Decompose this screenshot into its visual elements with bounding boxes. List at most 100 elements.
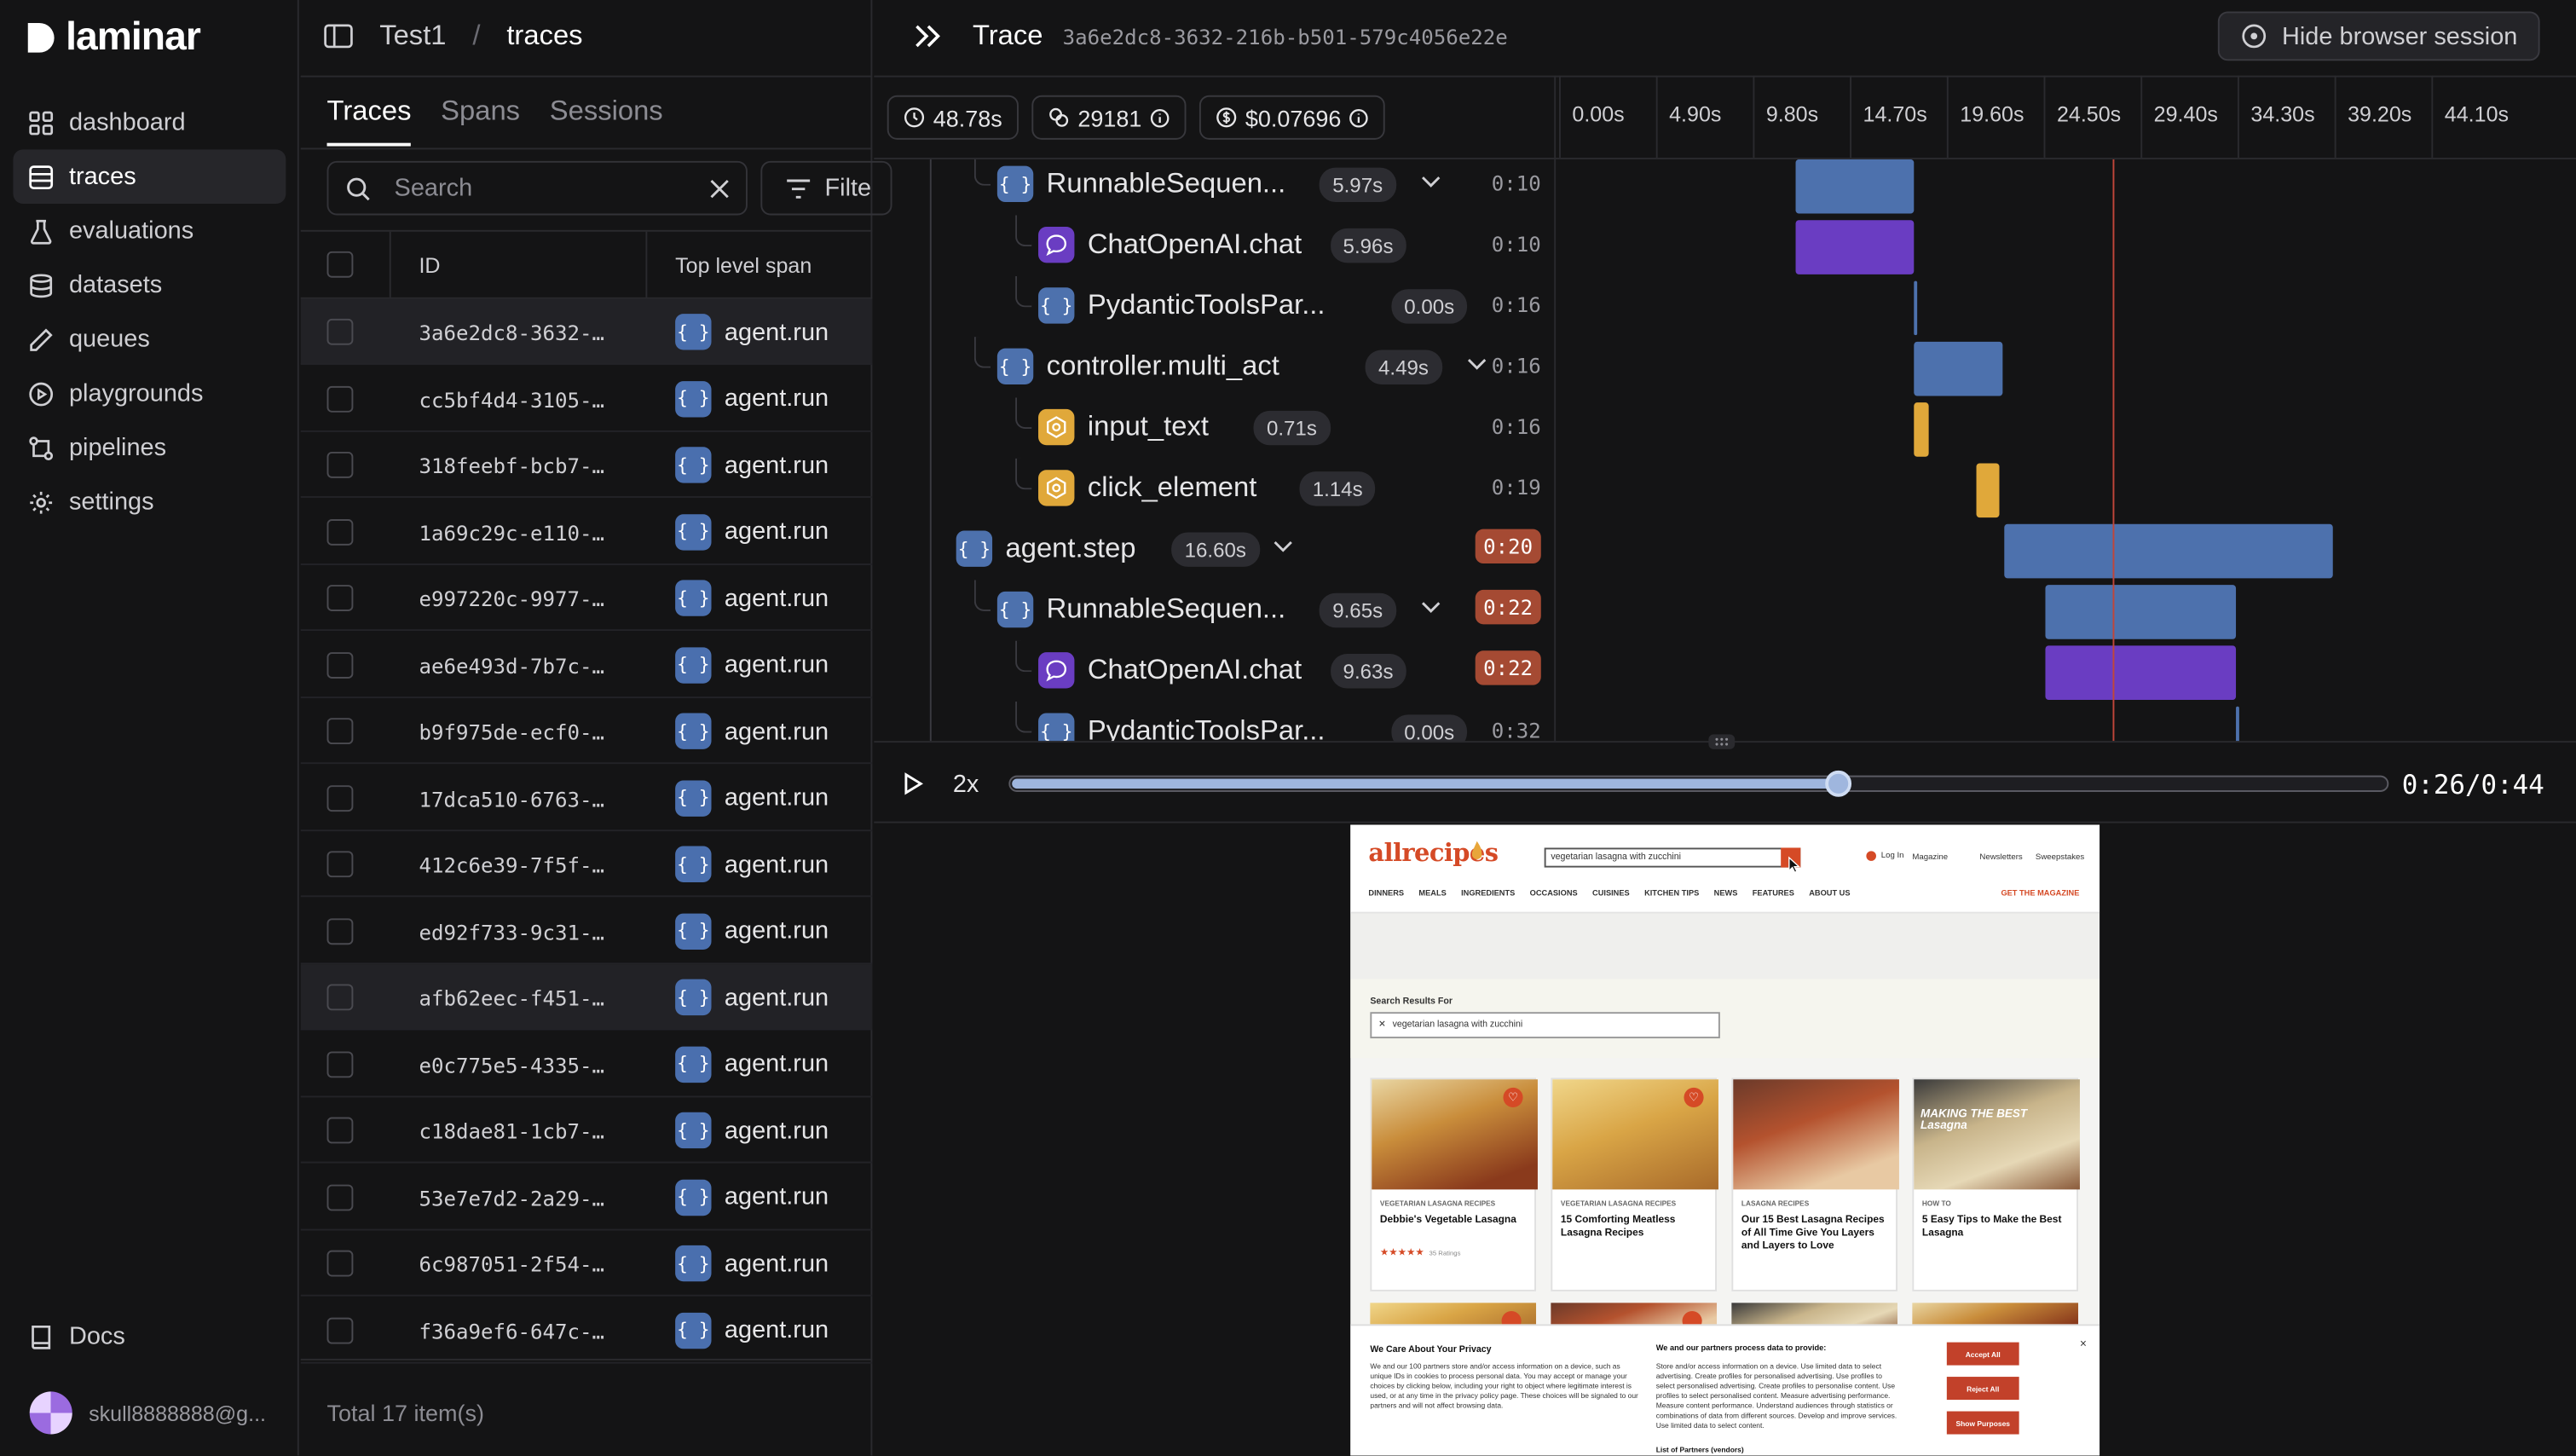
span-row[interactable]: { } controller.multi_act 4.49s 0:16 bbox=[874, 337, 1554, 397]
clear-search-icon[interactable]: ✕ bbox=[1378, 1020, 1386, 1037]
filter-button[interactable]: Filte bbox=[760, 160, 892, 216]
table-row[interactable]: 412c6e39-7f5f-… { } agent.run bbox=[300, 831, 873, 898]
recipe-card[interactable]: ♡ VEGETARIAN LASAGNA RECIPES 15 Comforting… bbox=[1551, 1078, 1718, 1291]
column-header-top-span[interactable]: Top level span bbox=[675, 253, 811, 278]
chevron-down-icon[interactable] bbox=[1421, 601, 1441, 614]
app-logo[interactable]: laminar bbox=[26, 13, 201, 62]
sidebar-item-dashboard[interactable]: dashboard bbox=[13, 95, 286, 150]
sidebar-item-datasets[interactable]: datasets bbox=[13, 258, 286, 313]
table-row[interactable]: c18dae81-1cb7-… { } agent.run bbox=[300, 1097, 873, 1164]
sidebar-item-evaluations[interactable]: evaluations bbox=[13, 204, 286, 258]
hide-browser-session-button[interactable]: Hide browser session bbox=[2217, 11, 2541, 61]
breadcrumb-project[interactable]: Test1 bbox=[379, 20, 446, 53]
span-row[interactable]: click_element 1.14s 0:19 bbox=[874, 458, 1554, 519]
span-row[interactable]: { } agent.step 16.60s 0:20 bbox=[874, 519, 1554, 580]
playback-slider[interactable] bbox=[1008, 770, 2389, 797]
row-checkbox[interactable] bbox=[326, 1050, 354, 1078]
site-search-input[interactable]: vegetarian lasagna with zucchini bbox=[1544, 847, 1801, 868]
site-nav-item[interactable]: NEWS bbox=[1714, 891, 1738, 899]
privacy-close-icon[interactable]: × bbox=[2080, 1339, 2087, 1350]
table-row[interactable]: ae6e493d-7b7c-… { } agent.run bbox=[300, 632, 873, 698]
table-row[interactable]: 17dca510-6763-… { } agent.run bbox=[300, 765, 873, 831]
site-login[interactable]: Log In bbox=[1866, 851, 1904, 861]
table-row[interactable]: f36a9ef6-647c-… { } agent.run bbox=[300, 1297, 873, 1363]
row-checkbox[interactable] bbox=[326, 585, 354, 611]
row-checkbox[interactable] bbox=[326, 917, 354, 945]
row-checkbox[interactable] bbox=[326, 984, 354, 1011]
span-bar[interactable] bbox=[1914, 280, 1917, 336]
table-row[interactable]: e0c775e5-4335-… { } agent.run bbox=[300, 1031, 873, 1097]
table-row[interactable]: ed92f733-9c31-… { } agent.run bbox=[300, 898, 873, 964]
tokens-pill[interactable]: 29181 bbox=[1031, 95, 1187, 140]
select-all-checkbox[interactable] bbox=[326, 251, 354, 278]
table-row[interactable]: 6c987051-2f54-… { } agent.run bbox=[300, 1231, 873, 1297]
site-nav-item[interactable]: MEALS bbox=[1418, 891, 1446, 899]
save-heart-icon[interactable]: ♡ bbox=[1684, 1087, 1704, 1107]
chevron-down-icon[interactable] bbox=[1274, 540, 1293, 553]
row-checkbox[interactable] bbox=[326, 1183, 354, 1210]
span-bar[interactable] bbox=[1976, 463, 2000, 518]
table-row[interactable]: 1a69c29c-e110-… { } agent.run bbox=[300, 499, 873, 565]
row-checkbox[interactable] bbox=[326, 1250, 354, 1277]
sidebar-item-playgrounds[interactable]: playgrounds bbox=[13, 367, 286, 421]
play-icon[interactable] bbox=[904, 772, 924, 795]
span-row[interactable]: { } RunnableSequen... 5.97s 0:10 bbox=[874, 159, 1554, 216]
site-magazine-menu[interactable]: Magazine bbox=[1912, 852, 1948, 863]
site-nav-item[interactable]: INGREDIENTS bbox=[1461, 891, 1515, 899]
site-nav-item[interactable]: CUISINES bbox=[1592, 891, 1630, 899]
span-row[interactable]: ChatOpenAI.chat 9.63s 0:22 bbox=[874, 640, 1554, 702]
row-checkbox[interactable] bbox=[326, 1316, 354, 1343]
chevron-down-icon[interactable] bbox=[1467, 358, 1487, 371]
tab-traces[interactable]: Traces bbox=[326, 95, 412, 147]
table-row[interactable]: afb62eec-f451-… { } agent.run bbox=[300, 964, 873, 1031]
save-heart-icon[interactable]: ♡ bbox=[1503, 1087, 1523, 1107]
sidebar-item-pipelines[interactable]: pipelines bbox=[13, 420, 286, 475]
recipe-card[interactable]: ♡ VEGETARIAN LASAGNA RECIPES Debbie's Vege… bbox=[1370, 1078, 1538, 1291]
tab-spans[interactable]: Spans bbox=[441, 95, 520, 147]
row-checkbox[interactable] bbox=[326, 518, 354, 545]
table-row[interactable]: cc5bf4d4-3105-… { } agent.run bbox=[300, 366, 873, 431]
collapse-panel-icon[interactable] bbox=[914, 23, 944, 49]
site-nav-item[interactable]: ABOUT US bbox=[1809, 891, 1850, 899]
sidebar-item-traces[interactable]: traces bbox=[13, 149, 286, 204]
site-sweepstakes-link[interactable]: Sweepstakes bbox=[2036, 852, 2084, 863]
span-bar[interactable] bbox=[1914, 341, 2003, 396]
span-row[interactable]: ChatOpenAI.chat 5.96s 0:10 bbox=[874, 215, 1554, 275]
span-bar[interactable] bbox=[2044, 585, 2236, 639]
span-bar[interactable] bbox=[1914, 402, 1929, 457]
site-nav-item[interactable]: DINNERS bbox=[1368, 891, 1404, 899]
span-bar[interactable] bbox=[1795, 159, 1915, 214]
site-newsletters-link[interactable]: Newsletters bbox=[1979, 852, 2022, 863]
playback-speed[interactable]: 2x bbox=[953, 771, 979, 799]
row-checkbox[interactable] bbox=[326, 784, 354, 812]
sidebar-item-settings[interactable]: settings bbox=[13, 475, 286, 529]
accept-all-button[interactable]: Accept All bbox=[1946, 1342, 2019, 1366]
sidebar-toggle-icon[interactable] bbox=[324, 23, 354, 49]
get-magazine-link[interactable]: GET THE MAGAZINE bbox=[2001, 891, 2079, 899]
span-bar[interactable] bbox=[1795, 220, 1914, 274]
row-checkbox[interactable] bbox=[326, 1117, 354, 1144]
tab-sessions[interactable]: Sessions bbox=[550, 95, 663, 147]
row-checkbox[interactable] bbox=[326, 851, 354, 878]
show-purposes-button[interactable]: Show Purposes bbox=[1946, 1411, 2019, 1435]
span-row[interactable]: input_text 0.71s 0:16 bbox=[874, 397, 1554, 458]
table-row[interactable]: 3a6e2dc8-3632-… { } agent.run bbox=[300, 298, 873, 365]
span-row[interactable]: { } RunnableSequen... 9.65s 0:22 bbox=[874, 580, 1554, 640]
recipe-card[interactable]: MAKING THE BEST Lasagna HOW TO 5 Easy Tips… bbox=[1912, 1078, 2080, 1291]
span-bar[interactable] bbox=[2004, 523, 2334, 579]
resize-handle[interactable] bbox=[1708, 734, 1736, 749]
column-header-id[interactable]: ID bbox=[419, 253, 440, 278]
site-nav-item[interactable]: OCCASIONS bbox=[1530, 891, 1578, 899]
docs-link[interactable]: Docs bbox=[13, 1309, 286, 1364]
row-checkbox[interactable] bbox=[326, 718, 354, 745]
row-checkbox[interactable] bbox=[326, 318, 354, 345]
privacy-partners-link[interactable]: List of Partners (vendors) bbox=[1656, 1446, 1744, 1454]
row-checkbox[interactable] bbox=[326, 384, 354, 412]
span-row[interactable]: { } PydanticToolsPar... 0.00s 0:32 bbox=[874, 701, 1554, 742]
span-row[interactable]: { } PydanticToolsPar... 0.00s 0:16 bbox=[874, 275, 1554, 337]
sidebar-item-queues[interactable]: queues bbox=[13, 312, 286, 367]
results-search-input[interactable]: ✕ vegetarian lasagna with zucchini bbox=[1370, 1012, 1720, 1039]
table-row[interactable]: b9f975de-ecf0-… { } agent.run bbox=[300, 698, 873, 765]
span-bar[interactable] bbox=[2044, 645, 2236, 701]
cost-pill[interactable]: $0.07696 bbox=[1198, 95, 1386, 140]
